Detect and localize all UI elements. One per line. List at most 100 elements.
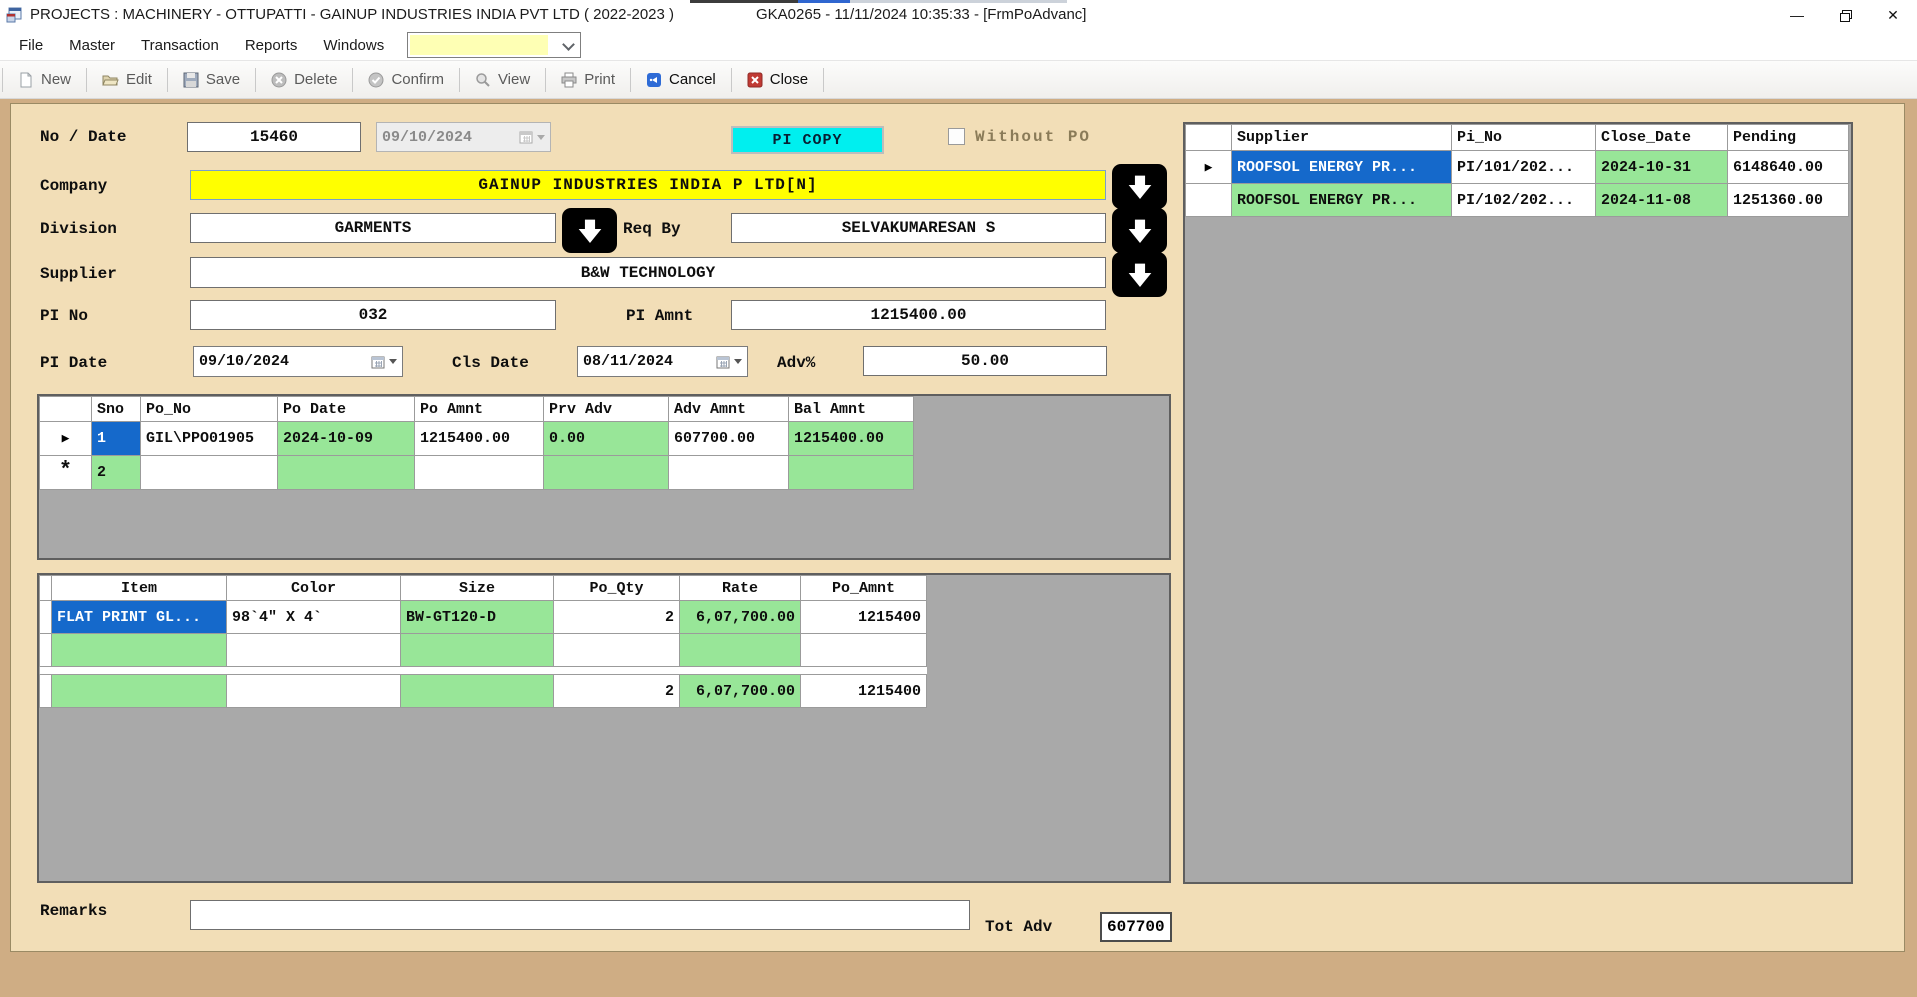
without-po-checkbox[interactable] (948, 128, 965, 145)
row-selector-cell[interactable] (1186, 184, 1232, 217)
delete-button[interactable]: Delete (258, 65, 350, 95)
po-grid-header[interactable]: Po_No (141, 397, 278, 422)
doc-date-picker[interactable]: 09/10/2024 (376, 122, 551, 152)
grid-cell[interactable]: PI/101/202... (1452, 151, 1596, 184)
item-grid-header[interactable]: Size (401, 576, 554, 601)
item-grid-header[interactable]: Po_Qty (554, 576, 680, 601)
restore-button[interactable] (1821, 0, 1869, 30)
row-selector-cell[interactable]: ▶ (40, 422, 92, 456)
remarks-input[interactable] (190, 900, 970, 930)
item-grid-header[interactable]: Item (52, 576, 227, 601)
po-grid-header[interactable]: Po Amnt (415, 397, 544, 422)
edit-button[interactable]: Edit (89, 65, 165, 95)
doc-no-field[interactable]: 15460 (187, 122, 361, 152)
po-grid-header[interactable]: Adv Amnt (669, 397, 789, 422)
company-field[interactable]: GAINUP INDUSTRIES INDIA P LTD[N] (190, 170, 1106, 200)
grid-cell[interactable] (52, 634, 227, 667)
grid-cell (227, 675, 401, 708)
menu-file[interactable]: File (6, 32, 56, 59)
tot-adv-label: Tot Adv (985, 918, 1052, 936)
grid-cell[interactable] (680, 634, 801, 667)
grid-cell[interactable] (278, 456, 415, 490)
grid-cell[interactable]: 1251360.00 (1728, 184, 1849, 217)
grid-cell[interactable] (141, 456, 278, 490)
print-button[interactable]: Print (548, 65, 628, 95)
grid-cell[interactable]: 2 (92, 456, 141, 490)
grid-corner-cell[interactable] (40, 576, 52, 601)
supplier-lookup-button[interactable] (1112, 252, 1167, 297)
grid-cell[interactable] (669, 456, 789, 490)
grid-cell[interactable]: 2024-11-08 (1596, 184, 1728, 217)
grid-cell[interactable]: 6148640.00 (1728, 151, 1849, 184)
grid-corner-cell[interactable] (40, 397, 92, 422)
grid-cell[interactable]: GIL\PPO01905 (141, 422, 278, 456)
po-grid-header[interactable]: Sno (92, 397, 141, 422)
menu-windows[interactable]: Windows (310, 32, 397, 59)
cls-date-picker[interactable]: 08/11/2024 (577, 346, 748, 377)
row-selector-cell[interactable]: ▶ (1186, 151, 1232, 184)
grid-cell[interactable]: 1215400.00 (789, 422, 914, 456)
close-button[interactable]: Close (734, 65, 821, 95)
grid-corner-cell[interactable] (1186, 125, 1232, 151)
new-button[interactable]: New (5, 65, 84, 95)
menu-reports[interactable]: Reports (232, 32, 311, 59)
item-grid-header[interactable]: Po_Amnt (801, 576, 927, 601)
adv-pct-field[interactable]: 50.00 (863, 346, 1107, 376)
minimize-button[interactable]: — (1773, 0, 1821, 30)
company-lookup-button[interactable] (1112, 164, 1167, 209)
grid-cell[interactable] (789, 456, 914, 490)
grid-cell[interactable]: 2024-10-31 (1596, 151, 1728, 184)
grid-cell[interactable]: ROOFSOL ENERGY PR... (1232, 184, 1452, 217)
close-window-button[interactable]: ✕ (1869, 0, 1917, 30)
pending-grid-header[interactable]: Pi_No (1452, 125, 1596, 151)
grid-cell[interactable] (415, 456, 544, 490)
grid-cell[interactable]: BW-GT120-D (401, 601, 554, 634)
grid-cell[interactable]: 2 (554, 601, 680, 634)
grid-cell[interactable] (227, 634, 401, 667)
pi-no-field[interactable]: 032 (190, 300, 556, 330)
po-grid-header[interactable]: Prv Adv (544, 397, 669, 422)
pi-amnt-field[interactable]: 1215400.00 (731, 300, 1106, 330)
menu-transaction[interactable]: Transaction (128, 32, 232, 59)
grid-cell[interactable]: 1215400 (801, 601, 927, 634)
item-grid-header[interactable]: Color (227, 576, 401, 601)
save-button[interactable]: Save (170, 65, 253, 95)
row-selector-cell[interactable] (40, 634, 52, 667)
pi-date-picker[interactable]: 09/10/2024 (193, 346, 403, 377)
grid-cell[interactable]: 1 (92, 422, 141, 456)
row-selector-cell[interactable]: * (40, 456, 92, 490)
grid-cell[interactable] (544, 456, 669, 490)
row-selector-cell[interactable] (40, 675, 52, 708)
pending-grid-header[interactable]: Close_Date (1596, 125, 1728, 151)
req-by-lookup-button[interactable] (1112, 208, 1167, 253)
po-grid-header[interactable]: Bal Amnt (789, 397, 914, 422)
grid-cell[interactable]: 98`4" X 4` (227, 601, 401, 634)
grid-cell[interactable]: ROOFSOL ENERGY PR... (1232, 151, 1452, 184)
req-by-field[interactable]: SELVAKUMARESAN S (731, 213, 1106, 243)
supplier-field[interactable]: B&W TECHNOLOGY (190, 257, 1106, 288)
confirm-button[interactable]: Confirm (355, 65, 457, 95)
grid-cell[interactable] (401, 634, 554, 667)
grid-cell[interactable]: 607700.00 (669, 422, 789, 456)
po-grid-header[interactable]: Po Date (278, 397, 415, 422)
grid-cell[interactable]: 2024-10-09 (278, 422, 415, 456)
grid-cell[interactable]: PI/102/202... (1452, 184, 1596, 217)
division-field[interactable]: GARMENTS (190, 213, 556, 243)
division-lookup-button[interactable] (562, 208, 617, 253)
item-grid-header[interactable]: Rate (680, 576, 801, 601)
grid-cell[interactable] (554, 634, 680, 667)
window-select-combo[interactable] (407, 32, 581, 58)
grid-cell[interactable]: 0.00 (544, 422, 669, 456)
pending-grid-header[interactable]: Supplier (1232, 125, 1452, 151)
grid-cell[interactable]: FLAT PRINT GL... (52, 601, 227, 634)
no-date-label: No / Date (40, 128, 126, 146)
pending-grid-header[interactable]: Pending (1728, 125, 1849, 151)
row-selector-cell[interactable] (40, 601, 52, 634)
menu-master[interactable]: Master (56, 32, 128, 59)
grid-cell[interactable] (801, 634, 927, 667)
grid-cell[interactable]: 6,07,700.00 (680, 601, 801, 634)
pi-copy-button[interactable]: PI COPY (731, 126, 884, 154)
grid-cell[interactable]: 1215400.00 (415, 422, 544, 456)
cancel-button[interactable]: Cancel (633, 65, 729, 95)
view-button[interactable]: View (462, 65, 543, 95)
